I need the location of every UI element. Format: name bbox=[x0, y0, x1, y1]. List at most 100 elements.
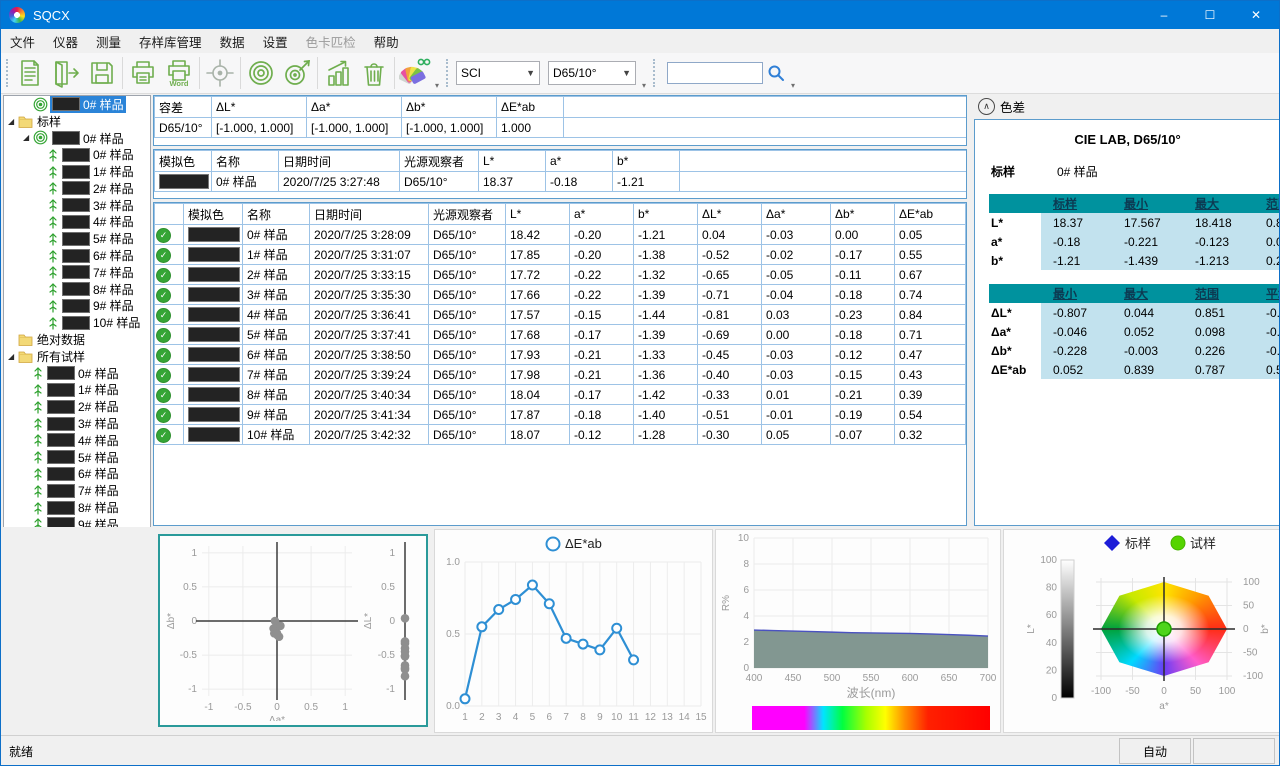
sample-row[interactable]: ✓8# 样品2020/7/25 3:40:34D65/10°18.04-0.17… bbox=[155, 385, 968, 405]
menu-item-4[interactable]: 数据 bbox=[211, 29, 254, 54]
column-header[interactable] bbox=[564, 97, 968, 118]
tree-item[interactable]: 4# 样品 bbox=[4, 432, 150, 449]
sample-row[interactable]: ✓1# 样品2020/7/25 3:31:07D65/10°17.85-0.20… bbox=[155, 245, 968, 265]
column-header[interactable]: a* bbox=[546, 151, 613, 172]
new-document-button[interactable] bbox=[12, 55, 48, 91]
measure-sample-button[interactable] bbox=[279, 55, 315, 91]
tree-item[interactable]: ◢0# 样品 bbox=[4, 130, 150, 147]
save-button[interactable] bbox=[84, 55, 120, 91]
word-export-button[interactable]: Word bbox=[161, 55, 197, 91]
tree-item[interactable]: 7# 样品 bbox=[4, 264, 150, 281]
column-header[interactable]: ΔE*ab bbox=[895, 204, 966, 225]
close-button[interactable]: ✕ bbox=[1233, 1, 1279, 29]
calibration-button[interactable] bbox=[202, 55, 238, 91]
column-header[interactable]: 日期时间 bbox=[310, 204, 429, 225]
expander-icon[interactable]: ◢ bbox=[8, 117, 18, 126]
column-header[interactable]: ΔE*ab bbox=[497, 97, 564, 118]
reflectance-chart[interactable]: 0246810400450500550600650700R%波长(nm) bbox=[715, 529, 1001, 733]
sample-row[interactable]: ✓10# 样品2020/7/25 3:42:32D65/10°18.07-0.1… bbox=[155, 425, 968, 445]
expander-icon[interactable]: ◢ bbox=[23, 133, 33, 142]
maximize-button[interactable]: ☐ bbox=[1187, 1, 1233, 29]
toolbar-overflow-icon[interactable]: ▾ bbox=[435, 81, 439, 90]
sample-row[interactable]: ✓7# 样品2020/7/25 3:39:24D65/10°17.98-0.21… bbox=[155, 365, 968, 385]
tree-item[interactable]: 4# 样品 bbox=[4, 214, 150, 231]
column-header[interactable]: Δb* bbox=[831, 204, 895, 225]
expander-icon[interactable]: ◢ bbox=[8, 352, 18, 361]
tree-item[interactable]: 3# 样品 bbox=[4, 415, 150, 432]
lab-gamut-chart[interactable]: 标样试样100806040200L*-100-50050100a*100500-… bbox=[1003, 529, 1280, 733]
column-header[interactable]: Δb* bbox=[402, 97, 497, 118]
sample-row[interactable]: ✓0# 样品2020/7/25 3:28:09D65/10°18.42-0.20… bbox=[155, 225, 968, 245]
print-button[interactable] bbox=[125, 55, 161, 91]
sample-row[interactable]: ✓3# 样品2020/7/25 3:35:30D65/10°17.66-0.22… bbox=[155, 285, 968, 305]
tree-item[interactable]: ◢标样 bbox=[4, 113, 150, 130]
sample-row[interactable]: ✓6# 样品2020/7/25 3:38:50D65/10°17.93-0.21… bbox=[155, 345, 968, 365]
tree-item[interactable]: 7# 样品 bbox=[4, 482, 150, 499]
column-header[interactable]: 名称 bbox=[212, 151, 279, 172]
tree-item[interactable]: 0# 样品 bbox=[4, 96, 150, 113]
tree-item[interactable]: 0# 样品 bbox=[4, 365, 150, 382]
menu-item-3[interactable]: 存样库管理 bbox=[130, 29, 211, 54]
collapse-panel-button[interactable]: ∧ bbox=[978, 98, 995, 115]
tree-item[interactable]: 8# 样品 bbox=[4, 499, 150, 516]
column-header[interactable]: Δa* bbox=[307, 97, 402, 118]
menu-item-2[interactable]: 测量 bbox=[87, 29, 130, 54]
minimize-button[interactable]: – bbox=[1141, 1, 1187, 29]
sample-row[interactable]: ✓2# 样品2020/7/25 3:33:15D65/10°17.72-0.22… bbox=[155, 265, 968, 285]
toolbar-overflow-icon[interactable]: ▾ bbox=[791, 81, 795, 90]
standard-row[interactable]: 0# 样品2020/7/25 3:27:48D65/10°18.37-0.18-… bbox=[155, 172, 968, 192]
column-header[interactable]: 模拟色 bbox=[184, 204, 243, 225]
delta-e-trend-chart[interactable]: ΔE*ab1234567891011121314150.00.51.0 bbox=[434, 529, 713, 733]
column-header[interactable]: 光源观察者 bbox=[429, 204, 506, 225]
column-header[interactable]: b* bbox=[613, 151, 680, 172]
column-header[interactable]: L* bbox=[479, 151, 546, 172]
column-header[interactable]: 容差 bbox=[155, 97, 212, 118]
column-header[interactable] bbox=[680, 151, 968, 172]
column-header[interactable]: 名称 bbox=[243, 204, 310, 225]
tree-item[interactable]: 9# 样品 bbox=[4, 298, 150, 315]
tree-item[interactable]: 8# 样品 bbox=[4, 281, 150, 298]
menu-item-0[interactable]: 文件 bbox=[1, 29, 44, 54]
column-header[interactable]: b* bbox=[634, 204, 698, 225]
tree-item[interactable]: 1# 样品 bbox=[4, 163, 150, 180]
column-header[interactable]: 日期时间 bbox=[279, 151, 400, 172]
tree-item[interactable]: 5# 样品 bbox=[4, 449, 150, 466]
sample-row[interactable]: ✓9# 样品2020/7/25 3:41:34D65/10°17.87-0.18… bbox=[155, 405, 968, 425]
column-header[interactable]: ΔL* bbox=[212, 97, 307, 118]
search-input[interactable] bbox=[667, 62, 763, 84]
column-header[interactable]: 光源观察者 bbox=[400, 151, 479, 172]
tree-item[interactable]: 2# 样品 bbox=[4, 180, 150, 197]
column-header[interactable]: 模拟色 bbox=[155, 151, 212, 172]
column-header[interactable]: 颜色偏向 bbox=[966, 204, 968, 225]
export-button[interactable] bbox=[48, 55, 84, 91]
statistics-button[interactable] bbox=[320, 55, 356, 91]
delta-ab-scatter-chart[interactable]: -1-1-0.5-0.5000.50.511Δb*Δa*10.50-0.5-1Δ… bbox=[158, 534, 428, 727]
tolerance-row[interactable]: D65/10°[-1.000, 1.000][-1.000, 1.000][-1… bbox=[155, 118, 968, 138]
tree-item[interactable]: 绝对数据 bbox=[4, 331, 150, 348]
tree-item[interactable]: 1# 样品 bbox=[4, 382, 150, 399]
illuminant-select[interactable]: D65/10° ▼ bbox=[548, 61, 636, 85]
column-header[interactable]: a* bbox=[570, 204, 634, 225]
column-header[interactable]: Δa* bbox=[762, 204, 831, 225]
column-header[interactable] bbox=[155, 204, 184, 225]
search-button[interactable] bbox=[763, 55, 789, 91]
menu-item-5[interactable]: 设置 bbox=[254, 29, 297, 54]
tree-item[interactable]: 2# 样品 bbox=[4, 398, 150, 415]
sample-row[interactable]: ✓5# 样品2020/7/25 3:37:41D65/10°17.68-0.17… bbox=[155, 325, 968, 345]
tree-item[interactable]: 5# 样品 bbox=[4, 230, 150, 247]
column-header[interactable]: ΔL* bbox=[698, 204, 762, 225]
tree-item[interactable]: 6# 样品 bbox=[4, 247, 150, 264]
tree-item[interactable]: 0# 样品 bbox=[4, 146, 150, 163]
tree-item[interactable]: 3# 样品 bbox=[4, 197, 150, 214]
sample-row[interactable]: ✓4# 样品2020/7/25 3:36:41D65/10°17.57-0.15… bbox=[155, 305, 968, 325]
tree-item[interactable]: 10# 样品 bbox=[4, 314, 150, 331]
auto-mode-button[interactable]: 自动 bbox=[1119, 738, 1191, 764]
color-card-button[interactable] bbox=[397, 55, 433, 91]
delete-button[interactable] bbox=[356, 55, 392, 91]
menu-item-1[interactable]: 仪器 bbox=[44, 29, 87, 54]
column-header[interactable]: L* bbox=[506, 204, 570, 225]
toolbar-overflow-icon[interactable]: ▾ bbox=[642, 81, 646, 90]
measure-standard-button[interactable] bbox=[243, 55, 279, 91]
menu-item-7[interactable]: 帮助 bbox=[365, 29, 408, 54]
sci-select[interactable]: SCI ▼ bbox=[456, 61, 540, 85]
